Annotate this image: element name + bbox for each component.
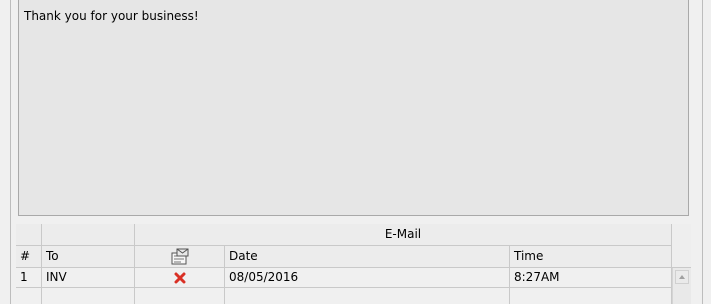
- row-number-cell[interactable]: 1: [16, 268, 42, 288]
- column-header-to[interactable]: To: [42, 246, 135, 268]
- column-header-time[interactable]: Time: [510, 246, 672, 268]
- attachment-icon: [171, 248, 188, 264]
- panel-left-border: [10, 0, 11, 304]
- scroll-up-arrow-icon[interactable]: [675, 270, 689, 284]
- empty-row-cell: [42, 288, 135, 304]
- empty-row-cell: [510, 288, 672, 304]
- row-status-cell[interactable]: [135, 268, 225, 288]
- panel-right-border: [702, 0, 703, 304]
- empty-row-cell: [16, 288, 42, 304]
- group-spacer-to: [42, 224, 135, 246]
- row-time-cell[interactable]: 8:27AM: [510, 268, 672, 288]
- column-header-date[interactable]: Date: [225, 246, 510, 268]
- empty-row-cell: [135, 288, 225, 304]
- column-header-attachment[interactable]: [135, 246, 225, 268]
- grid-vertical-scrollbar[interactable]: [672, 268, 691, 304]
- empty-row-cell: [225, 288, 510, 304]
- email-history-grid: E-Mail # To Date Time 1 INV 08/05/2016 8…: [16, 224, 691, 304]
- row-to-cell[interactable]: INV: [42, 268, 135, 288]
- row-date-cell[interactable]: 08/05/2016: [225, 268, 510, 288]
- header-corner: [672, 224, 691, 268]
- red-x-icon: [174, 272, 185, 283]
- message-body-textarea[interactable]: Thank you for your business!: [18, 0, 689, 216]
- column-header-number[interactable]: #: [16, 246, 42, 268]
- group-spacer-number: [16, 224, 42, 246]
- email-group-header: E-Mail: [135, 224, 672, 246]
